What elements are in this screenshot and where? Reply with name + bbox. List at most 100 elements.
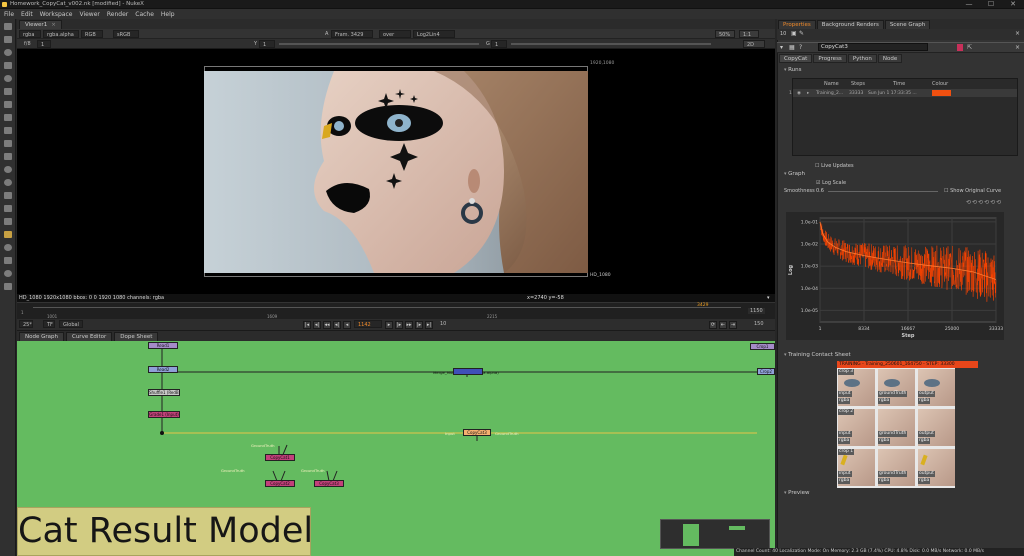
contact-thumbnail[interactable]: input rgba crop 1 [838,449,875,486]
node-color-icon[interactable]: ▦ [789,44,795,51]
air-tool-icon[interactable] [4,257,12,264]
tab-node-graph[interactable]: Node Graph [19,332,64,341]
node-grade[interactable]: Grade1 (Input) [148,411,180,418]
tab-scene-graph[interactable]: Scene Graph [884,20,931,29]
close-icon[interactable]: × [51,22,56,28]
filter-tool-icon[interactable] [4,88,12,95]
contact-thumbnail[interactable]: output rgba [918,369,955,406]
smoothness-slider[interactable] [828,191,938,192]
colorspace-dropdown[interactable]: RGB [81,30,103,38]
color-tool-icon[interactable] [4,75,12,82]
contact-thumbnail[interactable]: output rgba [918,449,955,486]
live-updates-checkbox[interactable]: ☐ Live Updates [815,163,854,169]
collapse-icon[interactable]: ▾ [780,44,783,51]
tab-properties[interactable]: Properties [778,20,816,29]
first-frame-button[interactable]: |◂ [303,321,311,329]
next-key-button[interactable]: |▸ [415,321,423,329]
channel-tool-icon[interactable] [4,62,12,69]
tab-viewer1[interactable]: Viewer1 × [19,20,62,29]
node-copycat-train[interactable]: CopyCat3 [463,429,491,436]
channel-dropdown[interactable]: rgba.alpha [43,30,79,38]
timeline[interactable]: 1 1001 1609 2215 3429 1150 [17,302,775,319]
float-icon[interactable]: ⇱ [967,44,972,51]
prev-frame-button[interactable]: ◂| [333,321,341,329]
lock-icon[interactable]: ▣ [791,30,797,37]
tab-node[interactable]: Node [877,54,903,63]
node-inference-1[interactable]: CopyCat1 [265,454,295,461]
info-dropdown-icon[interactable]: ▾ [767,294,770,302]
play-backward-button[interactable]: ◂ [343,321,351,329]
node-help-icon[interactable]: ? [799,44,802,51]
close-button[interactable]: ✕ [1002,0,1024,9]
node-right-read[interactable]: Crop1 [750,343,775,350]
python-tool-icon[interactable] [4,283,12,290]
metadata-tool-icon[interactable] [4,192,12,199]
contact-thumbnail[interactable]: output rgba [918,409,955,446]
node-color-swatch[interactable] [957,44,963,51]
show-original-checkbox[interactable]: ☐ Show Original Curve [944,188,1001,194]
node-dot[interactable]: Read2 [148,366,178,373]
step-back-button[interactable]: ◂◂ [323,321,331,329]
gain-field[interactable]: 1 [37,40,51,48]
tab-background-renders[interactable]: Background Renders [816,20,884,29]
minimap-viewport[interactable] [683,524,699,546]
node-read[interactable]: Read1 [148,342,178,349]
deep-tool-icon[interactable] [4,166,12,173]
timeline-end-field[interactable]: 1150 [748,308,765,314]
fps-slider[interactable] [511,43,711,45]
node-inference-3[interactable]: CopyCat3 [314,480,344,487]
minimize-button[interactable]: — [958,0,980,9]
draw-tool-icon[interactable] [4,36,12,43]
range-button[interactable]: ⇤ [719,321,727,329]
pin-icon[interactable]: ✎ [799,30,804,37]
plugins-tool-icon[interactable] [4,270,12,277]
gamma-field[interactable]: 1 [259,40,275,48]
node-shuffle[interactable]: Shuffle1 (RedBlu) [148,389,180,396]
furnace-tool-icon[interactable] [4,231,12,238]
node-graph-minimap[interactable] [660,519,770,549]
maximize-button[interactable]: ☐ [980,0,1002,9]
contact-sheet-header[interactable]: Training Contact Sheet [784,352,851,358]
menu-render[interactable]: Render [107,11,128,18]
wipe-mode-dropdown[interactable]: over [379,30,411,38]
global-dropdown[interactable]: Global [59,320,83,328]
graph-view-icons[interactable]: ⟲⟲⟲⟲⟲⟲ [966,199,1002,206]
tf-dropdown[interactable]: TF [43,320,55,328]
zoom-dropdown[interactable]: 50% [715,30,735,38]
backdrop-label[interactable]: Cat Result Model [17,507,311,556]
input-a-dropdown[interactable]: Fram. 3429 [331,30,373,38]
node-merge[interactable] [453,368,483,375]
smoothness-value[interactable]: 0.6 [816,188,824,194]
contact-thumbnail[interactable]: groundTruth rgba [878,449,915,486]
contact-thumbnail[interactable]: groundTruth rgba [878,409,915,446]
loop-button[interactable]: ⟳ [709,321,717,329]
tab-python[interactable]: Python [847,54,877,63]
playback-mode-button[interactable]: ⇥ [729,321,737,329]
ocula-tool-icon[interactable] [4,244,12,251]
layer-dropdown[interactable]: rgba [19,30,41,38]
menu-file[interactable]: File [4,11,14,18]
step-forward-button[interactable]: ▸▸ [405,321,413,329]
transform-tool-icon[interactable] [4,127,12,134]
keyer-tool-icon[interactable] [4,101,12,108]
current-frame-field[interactable]: 1142 [354,320,382,328]
contact-thumbnail[interactable]: input rgba crop 2 [838,409,875,446]
tab-copycat[interactable]: CopyCat [779,54,813,63]
visibility-icon[interactable]: ◉ [797,91,801,96]
last-frame-button[interactable]: ▸| [425,321,433,329]
fps-field[interactable]: 1 [491,40,507,48]
other-tool-icon[interactable] [4,218,12,225]
view-mode-dropdown[interactable]: 2D [743,40,765,48]
end-frame-field[interactable]: 150 [751,320,767,328]
particles-tool-icon[interactable] [4,153,12,160]
runs-section-header[interactable]: Runs [784,67,801,73]
contact-thumbnail[interactable]: groundTruth rgba [878,369,915,406]
max-panels-field[interactable]: 10 [780,31,786,37]
timeline-track[interactable] [33,307,741,308]
prev-key-button[interactable]: ◂| [313,321,321,329]
gamma-slider[interactable] [279,43,479,45]
play-forward-button[interactable]: ▸ [385,321,393,329]
expand-icon[interactable]: ▸ [807,91,809,96]
run-colour-swatch[interactable] [932,90,951,96]
menu-viewer[interactable]: Viewer [79,11,99,18]
